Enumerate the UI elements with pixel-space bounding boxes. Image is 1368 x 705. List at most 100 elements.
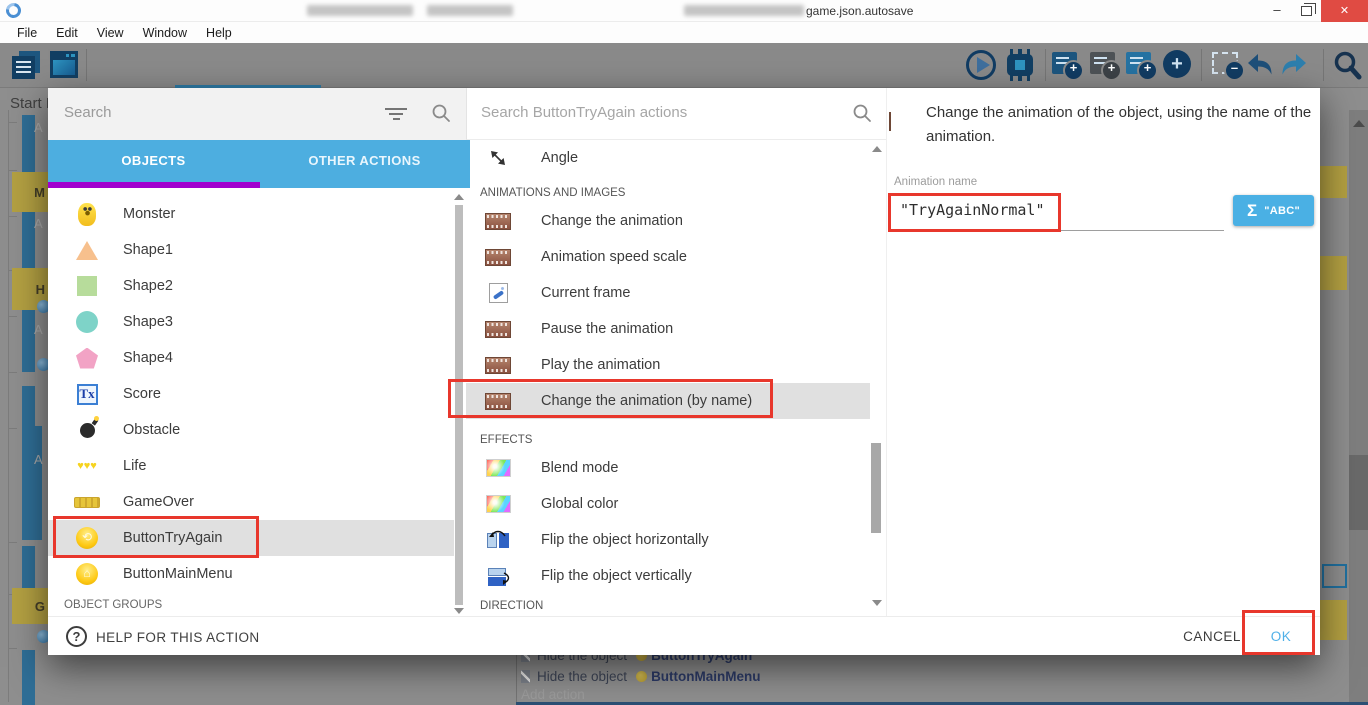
condition-block: M (12, 172, 48, 212)
action-description: Change the animation of the object, usin… (926, 101, 1328, 149)
events-scrollbar-thumb[interactable] (1349, 455, 1368, 530)
object-list-item[interactable]: ⌂ ButtonMainMenu (48, 556, 454, 592)
add-circle-icon[interactable] (1163, 50, 1191, 78)
search-icon[interactable] (431, 103, 451, 123)
action-label: Flip the object horizontally (541, 522, 709, 558)
add-action-link[interactable]: Add action (521, 687, 585, 702)
event-tree-line (8, 110, 9, 702)
menu-bar: File Edit View Window Help (0, 22, 1368, 43)
flip-vertical-icon (487, 566, 509, 586)
search-placeholder: Search ButtonTryAgain actions (481, 104, 687, 121)
action-list-item[interactable]: Play the animation (466, 347, 870, 383)
tab-other-actions[interactable]: OTHER ACTIONS (259, 140, 470, 188)
object-list-item[interactable]: GameOver (48, 484, 454, 520)
actions-scrollbar-thumb[interactable] (871, 443, 881, 533)
undo-icon[interactable] (1246, 53, 1273, 76)
scroll-down-arrow[interactable] (872, 600, 882, 606)
maximize-button[interactable] (1301, 6, 1312, 16)
help-icon[interactable]: ? (66, 626, 87, 647)
flip-horizontal-icon (487, 530, 509, 550)
action-list-item[interactable]: Change the animation (466, 203, 870, 239)
tree-tick (8, 170, 17, 171)
current-frame-icon (489, 283, 508, 303)
sigma-icon: Σ (1247, 201, 1257, 221)
events-scrollbar-track[interactable] (1349, 110, 1368, 705)
annotation-box-animation-name-value (888, 193, 1061, 232)
scroll-up-arrow[interactable] (454, 194, 464, 200)
event-bar (22, 426, 42, 540)
tree-tick (8, 216, 17, 217)
actions-search-field[interactable]: Search ButtonTryAgain actions (466, 88, 886, 140)
animation-icon (485, 249, 511, 266)
action-list-item[interactable]: Blend mode (466, 450, 870, 486)
menu-file[interactable]: File (8, 26, 47, 40)
object-name: Shape2 (123, 268, 173, 304)
project-manager-icon[interactable] (12, 51, 42, 79)
action-text: Hide the object (537, 669, 627, 684)
add-subevent-icon[interactable] (1090, 52, 1115, 74)
action-list-item[interactable]: Animation speed scale (466, 239, 870, 275)
object-list-item[interactable]: Shape1 (48, 232, 454, 268)
animation-icon (485, 213, 511, 230)
blurred-title-segment (427, 5, 513, 16)
tree-tick (8, 122, 17, 123)
debug-icon[interactable] (1007, 49, 1033, 81)
object-name: Shape3 (123, 304, 173, 340)
condition-letter: G (35, 599, 45, 614)
add-comment-icon[interactable] (1126, 52, 1151, 74)
action-list-item[interactable]: Flip the object horizontally (466, 522, 870, 558)
help-link[interactable]: HELP FOR THIS ACTION (96, 630, 260, 645)
search-icon[interactable] (852, 103, 872, 123)
filter-icon[interactable] (385, 108, 407, 121)
animation-icon (485, 357, 511, 374)
action-label: Current frame (541, 275, 630, 311)
action-list-item[interactable]: Angle (466, 140, 870, 176)
object-list-item[interactable]: Shape3 (48, 304, 454, 340)
scroll-up-arrow[interactable] (1353, 120, 1365, 127)
tab-objects[interactable]: OBJECTS (48, 140, 259, 188)
action-list-item[interactable]: Global color (466, 486, 870, 522)
annotation-box-buttontryagain (53, 516, 259, 558)
cancel-button[interactable]: CANCEL (1176, 623, 1248, 651)
action-list-item[interactable]: Current frame (466, 275, 870, 311)
game-over-banner-icon (74, 497, 100, 508)
object-name: Obstacle (123, 412, 180, 448)
menu-view[interactable]: View (88, 26, 134, 40)
condition-letter: M (34, 185, 45, 200)
action-label: Play the animation (541, 347, 660, 383)
add-hint: A (34, 120, 43, 135)
scroll-up-arrow[interactable] (872, 146, 882, 152)
action-label: Blend mode (541, 450, 618, 486)
object-list-item[interactable]: Shape4 (48, 340, 454, 376)
minimize-button[interactable]: – (1262, 0, 1292, 22)
scene-editor-icon[interactable] (50, 51, 78, 78)
event-action-row[interactable]: Hide the object ButtonMainMenu (521, 667, 761, 685)
object-list-item[interactable]: Tx Score (48, 376, 454, 412)
title-bar: game.json.autosave – ✕ (0, 0, 1368, 22)
tree-tick (8, 428, 17, 429)
object-list-item[interactable]: Monster (48, 196, 454, 232)
menu-help[interactable]: Help (197, 26, 242, 40)
object-list-item[interactable]: ♥♥♥ Life (48, 448, 454, 484)
object-name: Shape1 (123, 232, 173, 268)
object-list-item[interactable]: Shape2 (48, 268, 454, 304)
menu-edit[interactable]: Edit (47, 26, 88, 40)
expression-editor-button[interactable]: Σ "ABC" (1233, 195, 1314, 226)
delete-event-icon[interactable] (1212, 52, 1238, 74)
redo-icon[interactable] (1281, 53, 1308, 76)
search-icon[interactable] (1332, 50, 1362, 80)
toolbar-separator (1045, 49, 1046, 81)
section-header: DIRECTION (466, 594, 870, 616)
gdevelop-window: game.json.autosave – ✕ File Edit View Wi… (0, 0, 1368, 705)
action-list-item[interactable]: Flip the object vertically (466, 558, 870, 594)
objects-search-field[interactable]: Search (48, 88, 466, 140)
play-icon[interactable] (966, 50, 996, 80)
add-event-icon[interactable] (1052, 52, 1077, 74)
add-hint: A (34, 452, 43, 467)
condition-block (1320, 166, 1347, 198)
menu-window[interactable]: Window (134, 26, 197, 40)
close-button[interactable]: ✕ (1321, 0, 1368, 22)
action-list-item[interactable]: Pause the animation (466, 311, 870, 347)
scroll-down-arrow[interactable] (454, 608, 464, 614)
object-list-item[interactable]: Obstacle (48, 412, 454, 448)
